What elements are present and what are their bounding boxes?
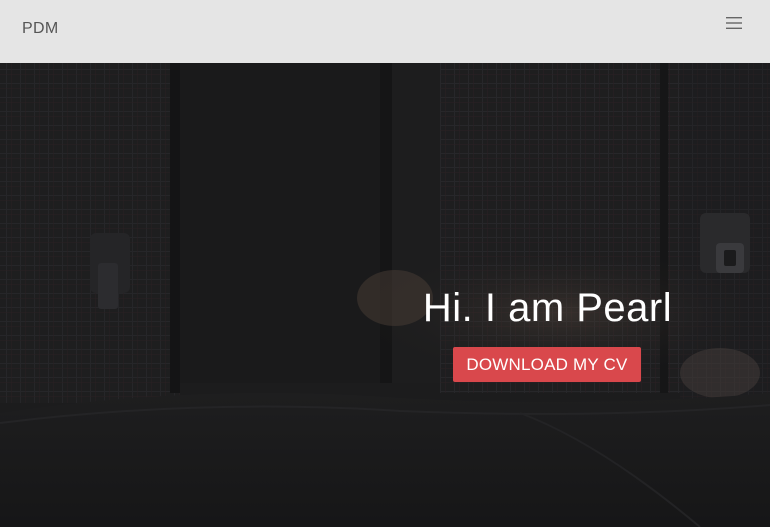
menu-toggle-button[interactable] — [722, 12, 746, 34]
navbar: PDM — [0, 0, 770, 63]
brand-logo-link[interactable]: PDM — [22, 20, 58, 38]
hamburger-menu-icon — [726, 17, 742, 29]
hero-section: Hi. I am Pearl DOWNLOAD MY CV — [0, 63, 770, 527]
download-cv-button[interactable]: DOWNLOAD MY CV — [453, 347, 641, 382]
hero-title: Hi. I am Pearl — [422, 286, 673, 330]
